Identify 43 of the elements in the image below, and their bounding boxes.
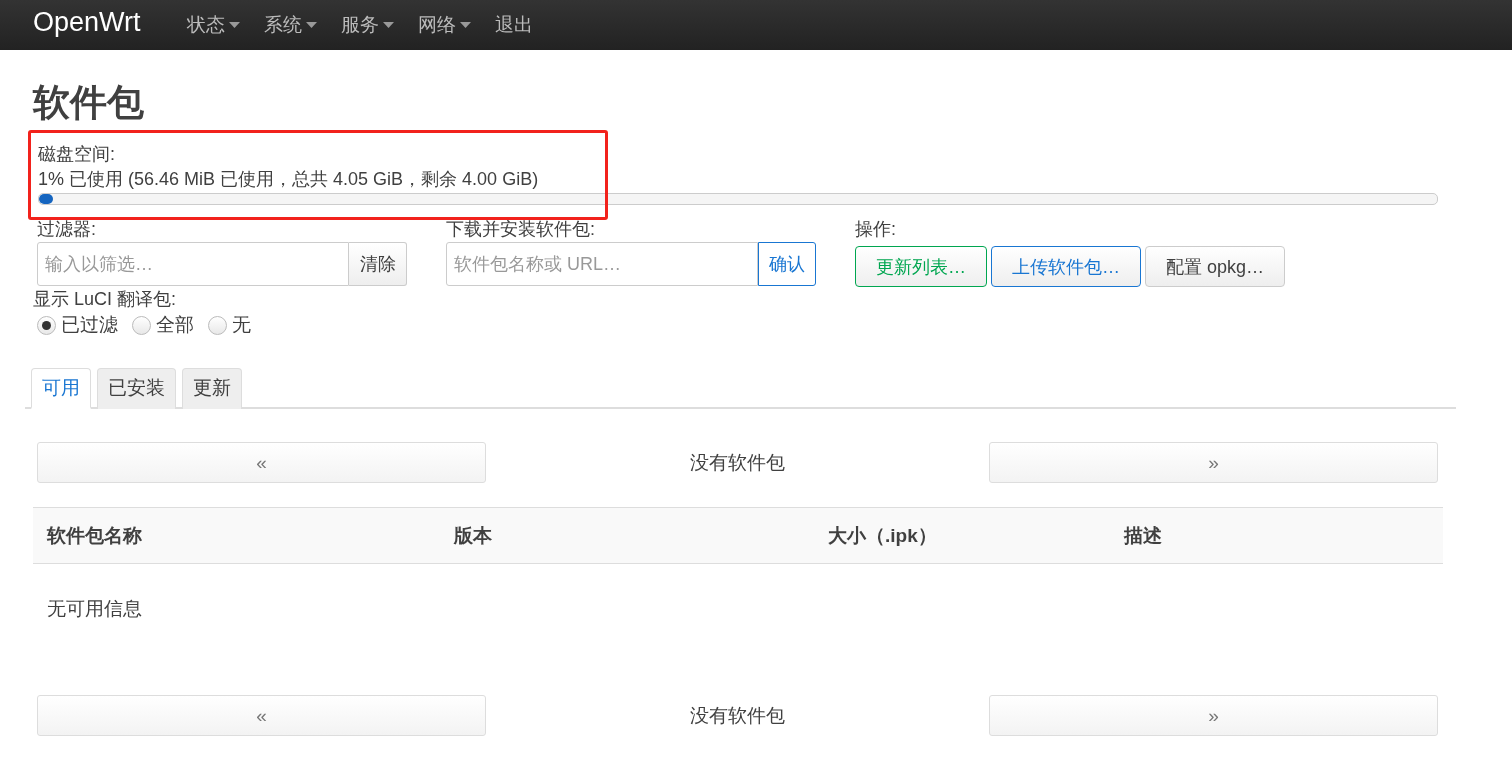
menu-item[interactable]: 状态 (186, 12, 240, 38)
confirm-button[interactable]: 确认 (758, 242, 816, 286)
actions-label: 操作: (855, 218, 897, 241)
previous-page-button[interactable]: « (37, 695, 486, 736)
previous-page-button[interactable]: « (37, 442, 486, 483)
menu-item[interactable]: 网络 (417, 12, 471, 38)
clear-button[interactable]: 清除 (349, 242, 407, 286)
download-label: 下载并安装软件包: (446, 218, 596, 241)
column-header: 版本 (454, 523, 493, 548)
radio-option[interactable]: 无 (208, 312, 251, 338)
disk-space-label: 磁盘空间: (38, 143, 116, 166)
tab[interactable]: 已安装 (97, 368, 176, 409)
tab[interactable]: 可用 (31, 368, 91, 409)
radio-option[interactable]: 已过滤 (37, 312, 118, 338)
caret-icon (305, 22, 317, 28)
page-title: 软件包 (33, 81, 145, 125)
action-button[interactable]: 配置 opkg… (1145, 246, 1286, 287)
brand-logo[interactable]: OpenWrt (33, 6, 141, 38)
tab[interactable]: 更新 (182, 368, 242, 409)
next-page-button[interactable]: » (989, 695, 1438, 736)
radio-button[interactable] (132, 315, 151, 335)
disk-usage-text: 1% 已使用 (56.46 MiB 已使用，总共 4.05 GiB，剩余 4.00 GiB) (38, 168, 540, 191)
radio-option[interactable]: 全部 (132, 312, 194, 338)
pager-status: 没有软件包 (690, 703, 785, 728)
package-url-input[interactable]: 软件包名称或 URL… (446, 242, 758, 286)
caret-icon (228, 22, 240, 28)
column-header: 描述 (1124, 523, 1163, 548)
radio-button[interactable] (208, 315, 227, 335)
filter-label: 过滤器: (37, 218, 97, 241)
action-button[interactable]: 上传软件包… (991, 246, 1141, 287)
translations-label: 显示 LuCI 翻译包: (33, 288, 178, 311)
column-header: 软件包名称 (47, 523, 143, 548)
next-page-button[interactable]: » (989, 442, 1438, 483)
menu-item[interactable]: 系统 (263, 12, 317, 38)
menu-item[interactable]: 退出 (494, 12, 533, 38)
caret-icon (382, 22, 394, 28)
radio-button[interactable] (37, 315, 56, 335)
pager-status: 没有软件包 (690, 450, 785, 475)
column-header: 大小（.ipk） (828, 523, 938, 548)
empty-message: 无可用信息 (47, 598, 142, 619)
caret-icon (459, 22, 471, 28)
filter-input[interactable]: 输入以筛选… (37, 242, 349, 286)
menu-item[interactable]: 服务 (340, 12, 394, 38)
